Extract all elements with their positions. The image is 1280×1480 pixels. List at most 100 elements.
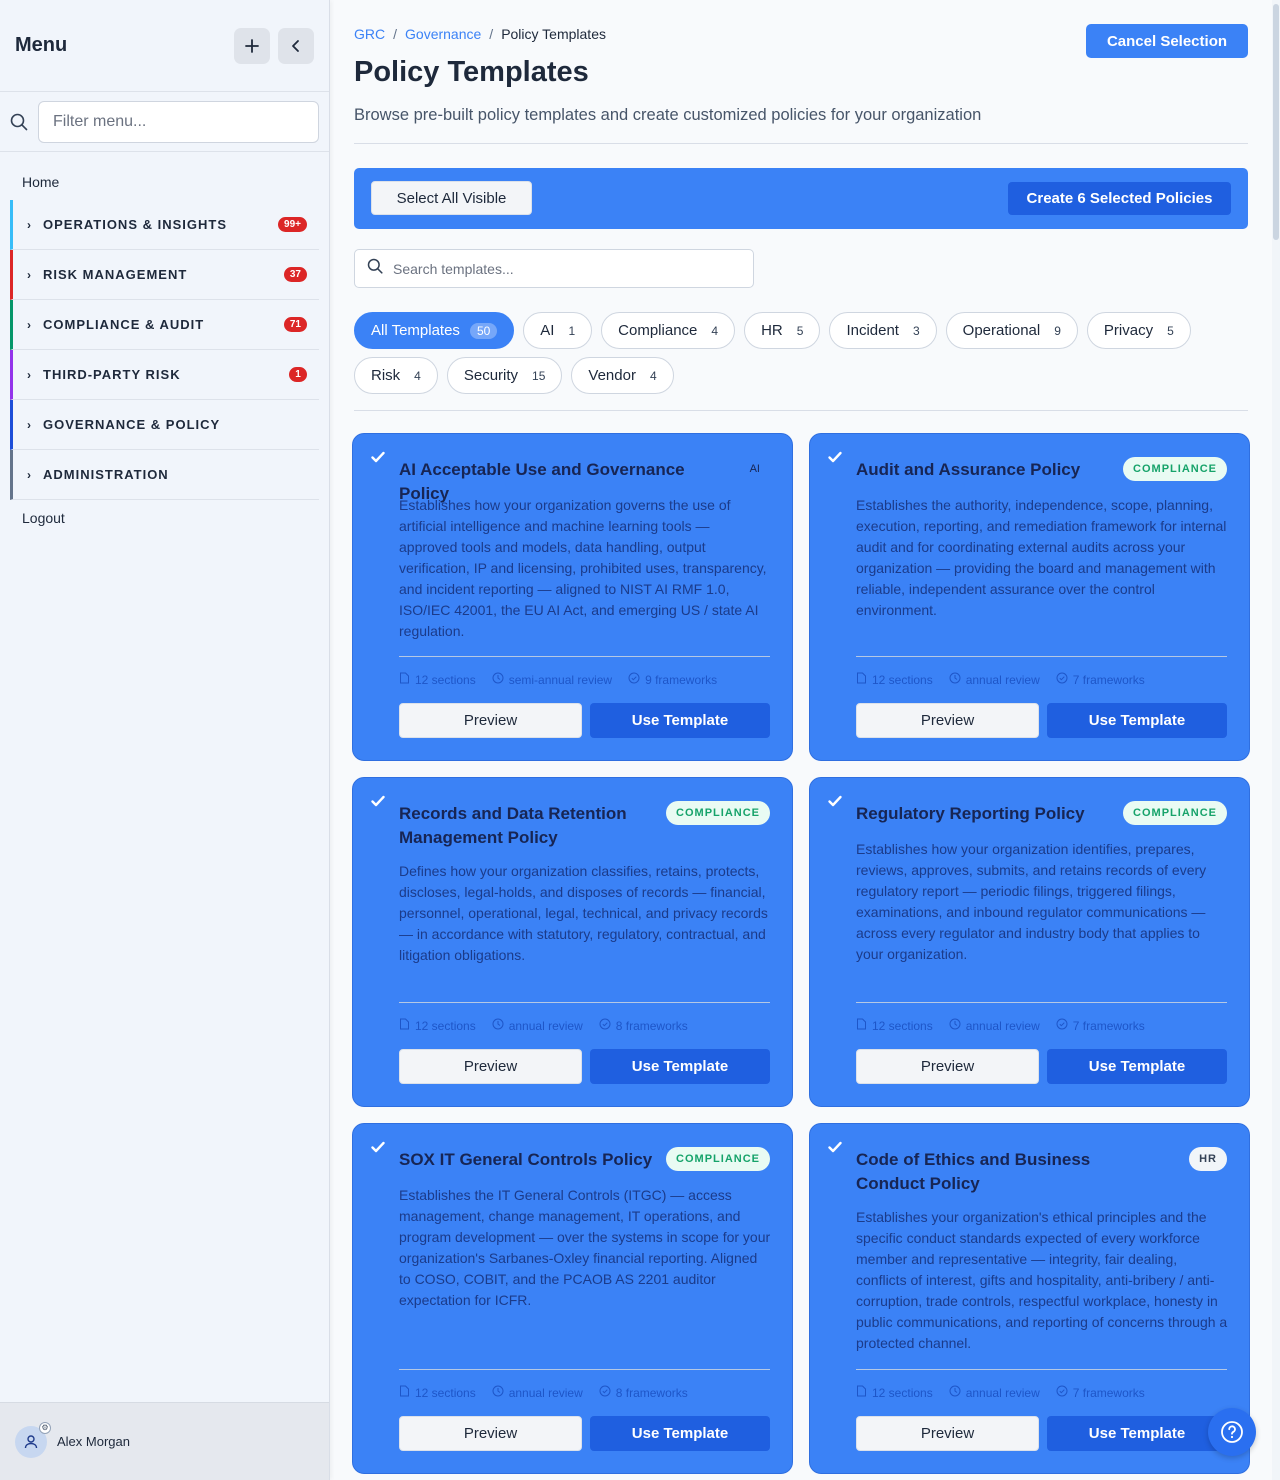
divider — [399, 1002, 770, 1003]
sidebar-item-home[interactable]: Home — [0, 152, 329, 200]
select-all-visible-button[interactable]: Select All Visible — [371, 181, 532, 215]
template-card[interactable]: SOX IT General Controls Policy COMPLIANCE… — [352, 1123, 793, 1474]
checkmark-icon[interactable] — [827, 449, 843, 465]
use-template-button[interactable]: Use Template — [590, 1416, 770, 1451]
review-meta: annual review — [949, 672, 1040, 687]
filter-chip-label: Operational — [962, 322, 1041, 339]
clock-icon — [492, 1385, 509, 1400]
sidebar-section-third-party-risk[interactable]: › THIRD-PARTY RISK 1 — [10, 350, 319, 400]
category-tag: HR — [1189, 1147, 1227, 1171]
preview-button[interactable]: Preview — [399, 1416, 582, 1451]
filter-chip-hr[interactable]: HR 5 — [744, 312, 821, 349]
sidebar-section-risk-management[interactable]: › RISK MANAGEMENT 37 — [10, 250, 319, 300]
sidebar-section-label: THIRD-PARTY RISK — [43, 367, 181, 382]
clock-icon — [949, 1018, 966, 1033]
sidebar-section-label: RISK MANAGEMENT — [43, 267, 188, 282]
checkmark-icon[interactable] — [370, 449, 386, 465]
frameworks-meta: 7 frameworks — [1056, 1385, 1145, 1400]
sidebar-section-label: ADMINISTRATION — [43, 467, 169, 482]
count-badge: 1 — [289, 367, 307, 382]
filter-chip-count: 4 — [414, 368, 421, 383]
filter-chip-count: 5 — [1167, 323, 1174, 338]
sidebar-item-logout[interactable]: Logout — [0, 500, 329, 536]
sections-meta: 12 sections — [399, 1018, 476, 1033]
use-template-button[interactable]: Use Template — [1047, 1416, 1227, 1451]
sections-meta: 12 sections — [399, 672, 476, 687]
template-card[interactable]: Audit and Assurance Policy COMPLIANCE Esta… — [809, 433, 1250, 761]
divider — [399, 656, 770, 657]
count-badge: 99+ — [278, 217, 307, 232]
check-circle-icon — [1056, 672, 1073, 687]
preview-button[interactable]: Preview — [399, 703, 582, 738]
filter-chip-label: HR — [761, 322, 783, 339]
scrollbar-thumb[interactable] — [1273, 4, 1279, 240]
template-card[interactable]: AI Acceptable Use and Governance Policy A… — [352, 433, 793, 761]
chevron-right-icon: › — [27, 417, 31, 432]
card-description: Establishes the IT General Controls (ITG… — [399, 1187, 771, 1308]
sidebar-section-governance-policy[interactable]: › GOVERNANCE & POLICY — [10, 400, 319, 450]
checkmark-icon[interactable] — [370, 1139, 386, 1155]
help-icon[interactable] — [1208, 1408, 1256, 1456]
sidebar-section-administration[interactable]: › ADMINISTRATION — [10, 450, 319, 500]
filter-chip-label: Vendor — [588, 367, 636, 384]
card-title: Code of Ethics and Business Conduct Poli… — [856, 1150, 1091, 1193]
card-meta: 12 sections annual review 8 frameworks — [399, 1018, 704, 1033]
filter-chip-vendor[interactable]: Vendor 4 — [571, 357, 674, 394]
template-card[interactable]: Regulatory Reporting Policy COMPLIANCE Est… — [809, 777, 1250, 1107]
filter-chip-operational[interactable]: Operational 9 — [945, 312, 1078, 349]
card-description: Establishes the authority, independence,… — [856, 497, 1227, 618]
breadcrumb-separator: / — [393, 26, 398, 42]
filter-chip-security[interactable]: Security 15 — [446, 357, 563, 394]
sidebar-title: Menu — [15, 34, 68, 56]
frameworks-meta: 7 frameworks — [1056, 1018, 1145, 1033]
plus-icon[interactable] — [234, 27, 270, 64]
scrollbar[interactable] — [1272, 0, 1280, 1480]
breadcrumb-grc[interactable]: GRC — [354, 26, 385, 42]
sidebar-section-operations-insights[interactable]: › OPERATIONS & INSIGHTS 99+ — [10, 200, 319, 250]
filter-chip-incident[interactable]: Incident 3 — [829, 312, 937, 349]
filter-menu-input[interactable] — [38, 100, 319, 143]
checkmark-icon[interactable] — [370, 793, 386, 809]
sidebar: Menu Home › OPERATIONS & INSIGHTS 99+ › RISK… — [0, 0, 330, 1480]
cancel-selection-button[interactable]: Cancel Selection — [1086, 24, 1248, 58]
use-template-button[interactable]: Use Template — [590, 703, 770, 738]
preview-button[interactable]: Preview — [856, 703, 1039, 738]
filter-chip-label: AI — [540, 322, 555, 339]
preview-button[interactable]: Preview — [856, 1049, 1039, 1084]
sidebar-section-label: GOVERNANCE & POLICY — [43, 417, 221, 432]
sections-meta: 12 sections — [399, 1385, 476, 1400]
card-description: Establishes your organization's ethical … — [856, 1209, 1228, 1351]
use-template-button[interactable]: Use Template — [590, 1049, 770, 1084]
template-card[interactable]: Records and Data Retention Management Po… — [352, 777, 793, 1107]
document-icon — [856, 672, 872, 687]
divider — [856, 656, 1227, 657]
filter-chip-privacy[interactable]: Privacy 5 — [1086, 312, 1191, 349]
filter-chip-risk[interactable]: Risk 4 — [354, 357, 438, 394]
user-profile[interactable]: ⚙ Alex Morgan — [0, 1402, 329, 1480]
use-template-button[interactable]: Use Template — [1047, 703, 1227, 738]
card-title: SOX IT General Controls Policy — [399, 1150, 653, 1169]
sidebar-section-compliance-audit[interactable]: › COMPLIANCE & AUDIT 71 — [10, 300, 319, 350]
preview-button[interactable]: Preview — [399, 1049, 582, 1084]
document-icon — [856, 1018, 872, 1033]
breadcrumb-governance[interactable]: Governance — [405, 26, 481, 42]
category-filters: All Templates 50 AI 1 Compliance 4 HR 5 Incident… — [354, 312, 1254, 394]
avatar: ⚙ — [15, 1421, 51, 1458]
frameworks-meta: 9 frameworks — [628, 672, 717, 687]
checkmark-icon[interactable] — [827, 1139, 843, 1155]
use-template-button[interactable]: Use Template — [1047, 1049, 1227, 1084]
template-card[interactable]: Code of Ethics and Business Conduct Poli… — [809, 1123, 1250, 1474]
category-tag: COMPLIANCE — [666, 1147, 770, 1171]
filter-chip-ai[interactable]: AI 1 — [523, 312, 593, 349]
filter-chip-compliance[interactable]: Compliance 4 — [601, 312, 736, 349]
checkmark-icon[interactable] — [827, 793, 843, 809]
divider — [856, 1002, 1227, 1003]
search-templates-input[interactable] — [393, 260, 733, 277]
chevron-left-icon[interactable] — [278, 27, 314, 64]
filter-chip-all-templates[interactable]: All Templates 50 — [354, 312, 515, 349]
preview-button[interactable]: Preview — [856, 1416, 1039, 1451]
clock-icon — [492, 1018, 509, 1033]
document-icon — [399, 1385, 415, 1400]
create-selected-policies-button[interactable]: Create 6 Selected Policies — [1008, 182, 1231, 215]
check-circle-icon — [1056, 1385, 1073, 1400]
